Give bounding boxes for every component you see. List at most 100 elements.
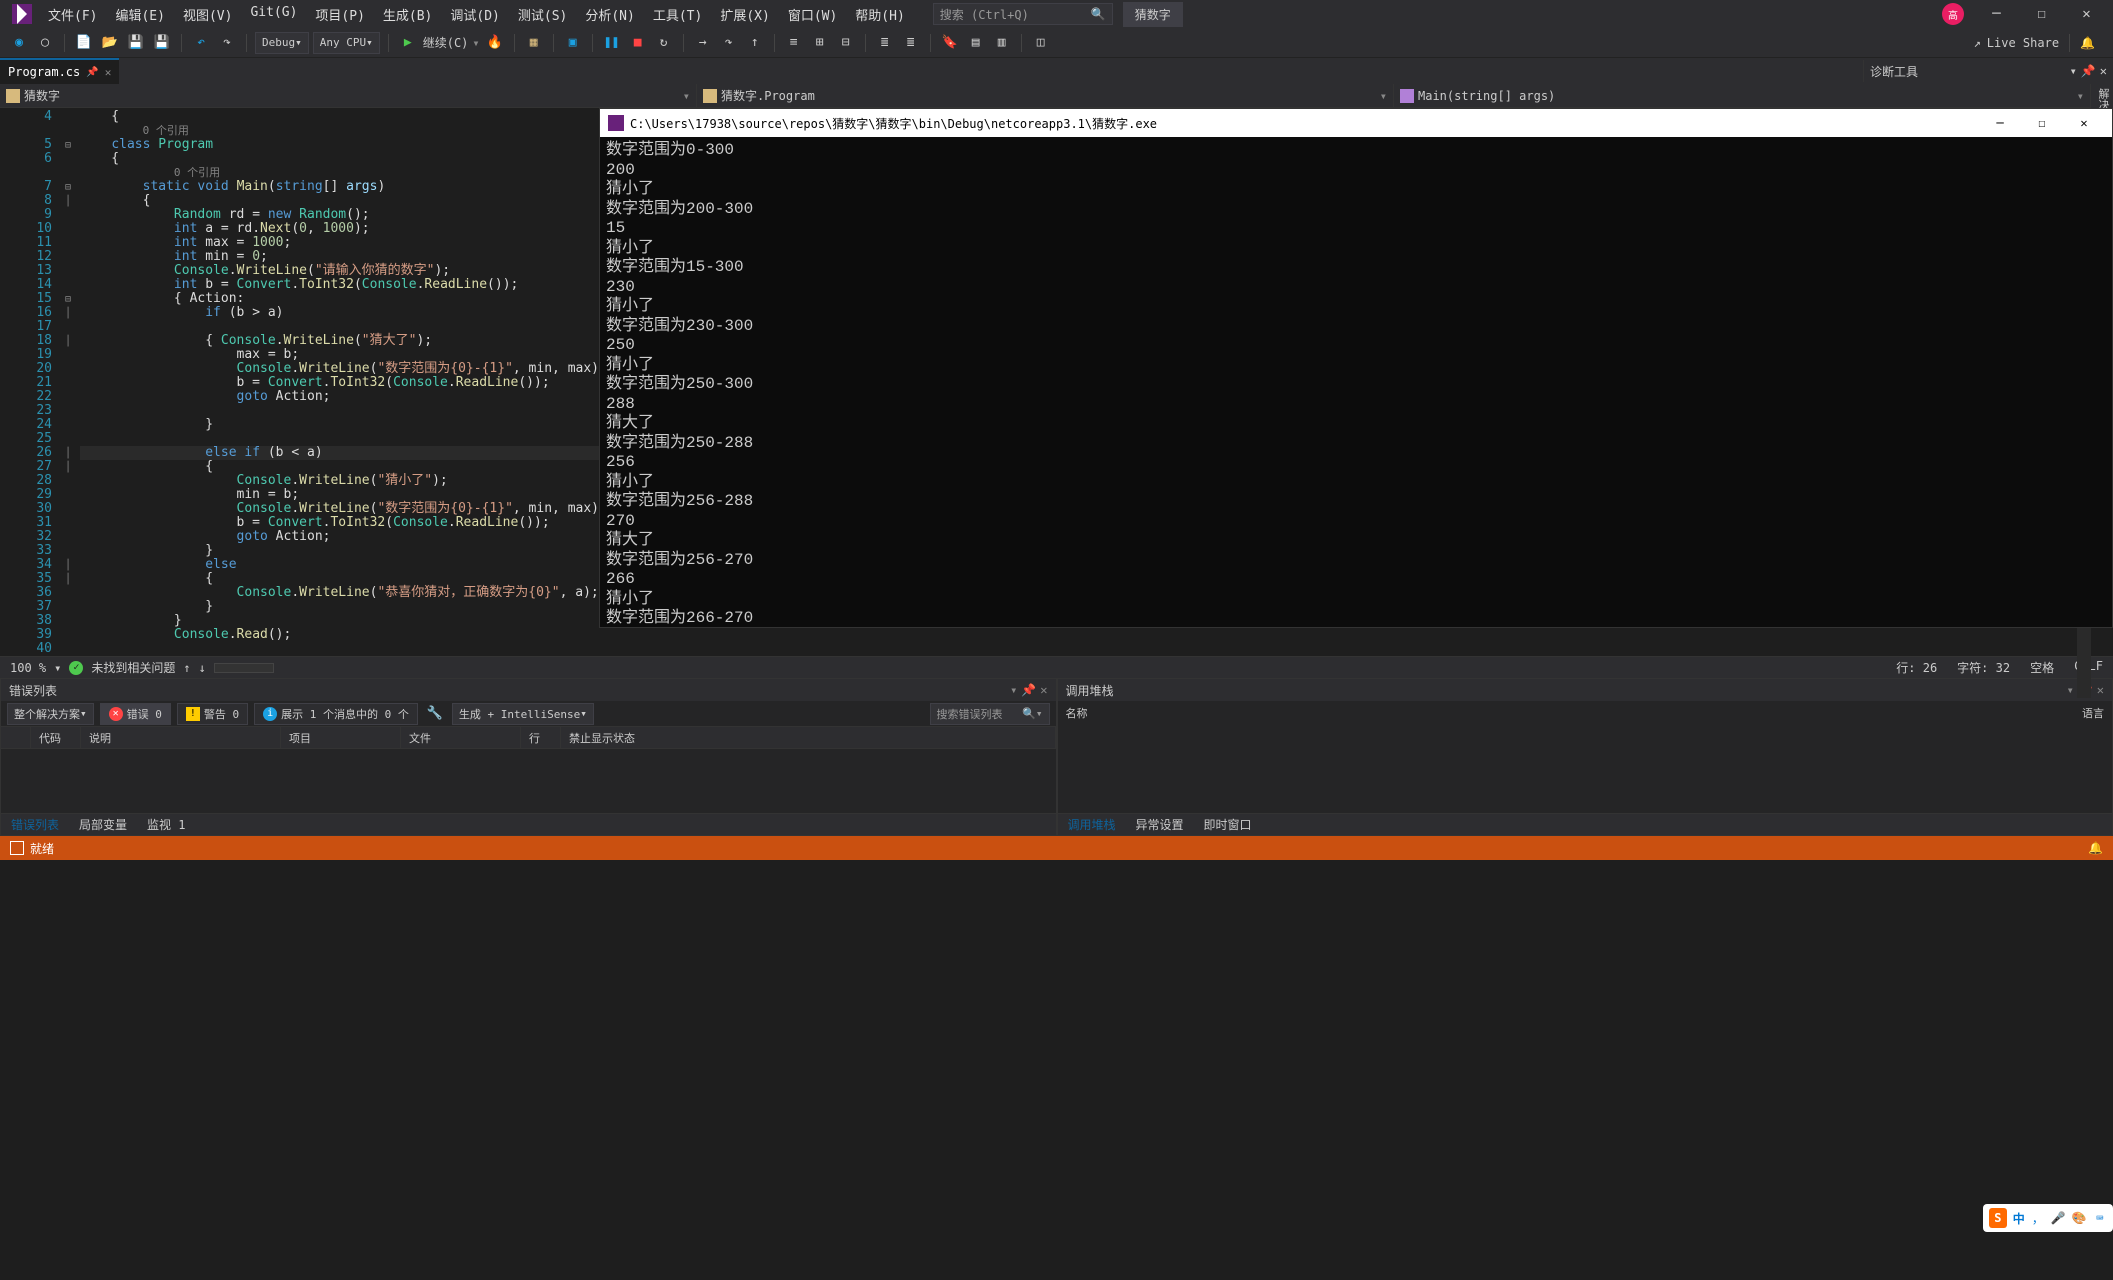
menu-test[interactable]: 测试(S) — [510, 1, 575, 28]
col-suppress[interactable]: 禁止显示状态 — [561, 727, 1056, 748]
tool-icon-7[interactable]: ▤ — [965, 32, 987, 54]
error-scope-dropdown[interactable]: 整个解决方案 ▾ — [7, 703, 94, 725]
menu-project[interactable]: 项目(P) — [307, 1, 372, 28]
browser-icon[interactable]: ▦ — [523, 32, 545, 54]
menu-file[interactable]: 文件(F) — [40, 1, 105, 28]
tool-icon-2[interactable]: ⊞ — [809, 32, 831, 54]
col-desc[interactable]: 说明 — [81, 727, 281, 748]
doc-tab-program[interactable]: Program.cs 📌 ✕ — [0, 58, 119, 84]
col-line[interactable]: 行 — [521, 727, 561, 748]
tool-icon-9[interactable]: ◫ — [1030, 32, 1052, 54]
tab-error-list[interactable]: 错误列表 — [1, 814, 69, 836]
platform-dropdown[interactable]: Any CPU ▾ — [313, 32, 380, 54]
tab-exceptions[interactable]: 异常设置 — [1126, 814, 1194, 836]
user-avatar[interactable]: 高 — [1942, 3, 1964, 25]
panel-close-icon[interactable]: ✕ — [2097, 683, 2104, 697]
menu-debug[interactable]: 调试(D) — [442, 1, 507, 28]
nav-back-icon[interactable]: ◉ — [8, 32, 30, 54]
nav-class-combo[interactable]: 猜数字.Program ▾ — [697, 84, 1394, 107]
notifications-icon[interactable]: 🔔 — [2088, 841, 2103, 855]
panel-pin-icon[interactable]: 📌 — [1021, 683, 1036, 697]
error-source-dropdown[interactable]: 生成 + IntelliSense ▾ — [452, 703, 594, 725]
col-lang[interactable]: 语言 — [2044, 701, 2104, 723]
pause-icon[interactable]: ❚❚ — [601, 32, 623, 54]
continue-button[interactable]: ▶ — [397, 32, 419, 54]
next-issue-icon[interactable]: ↓ — [199, 661, 206, 675]
undo-icon[interactable]: ↶ — [190, 32, 212, 54]
tool-icon-8[interactable]: ▥ — [991, 32, 1013, 54]
tool-icon-6[interactable]: 🔖 — [939, 32, 961, 54]
ime-lang-label[interactable]: 中 — [2013, 1210, 2025, 1227]
pin-icon[interactable]: 📌 — [86, 67, 98, 78]
panel-drop-icon[interactable]: ▾ — [2067, 683, 2074, 697]
tab-watch[interactable]: 监视 1 — [137, 814, 195, 836]
tab-callstack[interactable]: 调用堆栈 — [1058, 814, 1126, 836]
tab-immediate[interactable]: 即时窗口 — [1194, 814, 1262, 836]
continue-label[interactable]: 继续(C) — [423, 34, 469, 51]
open-icon[interactable]: 📂 — [99, 32, 121, 54]
step-over-icon[interactable]: ↷ — [718, 32, 740, 54]
panel-dropdown-icon[interactable]: ▾ — [2070, 64, 2077, 78]
panel-close-icon[interactable]: ✕ — [2100, 64, 2107, 78]
menu-edit[interactable]: 编辑(E) — [107, 1, 172, 28]
callstack-header[interactable]: 调用堆栈 ▾📌✕ — [1058, 679, 2113, 701]
prev-issue-icon[interactable]: ↑ — [183, 661, 190, 675]
tool-icon-3[interactable]: ⊟ — [835, 32, 857, 54]
panel-pin-icon[interactable]: 📌 — [2081, 64, 2096, 78]
col-icon[interactable] — [1, 727, 31, 748]
fold-column[interactable]: ⊟⊟│⊟││││││ — [60, 108, 76, 656]
tool-icon-5[interactable]: ≣ — [900, 32, 922, 54]
zoom-level[interactable]: 100 % — [10, 661, 46, 675]
tool-icon-4[interactable]: ≣ — [874, 32, 896, 54]
menu-analyze[interactable]: 分析(N) — [577, 1, 642, 28]
save-icon[interactable]: 💾 — [125, 32, 147, 54]
errors-filter[interactable]: ✕错误 0 — [100, 703, 171, 725]
ime-keyboard-icon[interactable]: ⌨ — [2093, 1210, 2107, 1226]
menu-git[interactable]: Git(G) — [242, 1, 305, 28]
stop-icon[interactable]: ■ — [627, 32, 649, 54]
config-dropdown[interactable]: Debug ▾ — [255, 32, 309, 54]
menu-view[interactable]: 视图(V) — [175, 1, 240, 28]
col-project[interactable]: 项目 — [281, 727, 401, 748]
panel-drop-icon[interactable]: ▾ — [1010, 683, 1017, 697]
console-minimize-button[interactable]: ─ — [1980, 109, 2020, 137]
col-name[interactable]: 名称 — [1066, 701, 2045, 723]
console-close-button[interactable]: ✕ — [2064, 109, 2104, 137]
snapshot-icon[interactable]: ▣ — [562, 32, 584, 54]
indent-mode[interactable]: 空格 — [2030, 659, 2054, 676]
console-output[interactable]: 数字范围为0-300 200 猜小了 数字范围为200-300 15 猜小了 数… — [600, 137, 2112, 627]
minimize-button[interactable]: ─ — [1974, 0, 2019, 28]
tab-close-icon[interactable]: ✕ — [105, 66, 112, 79]
menu-extensions[interactable]: 扩展(X) — [712, 1, 777, 28]
col-file[interactable]: 文件 — [401, 727, 521, 748]
nav-fwd-icon[interactable]: ◯ — [34, 32, 56, 54]
filter-icon[interactable]: 🔧 — [424, 703, 446, 725]
new-project-icon[interactable]: 📄 — [73, 32, 95, 54]
quick-search-input[interactable]: 搜索 (Ctrl+Q) 🔍 — [933, 3, 1113, 25]
messages-filter[interactable]: i展示 1 个消息中的 0 个 — [254, 703, 418, 725]
ime-voice-icon[interactable]: 🎤 — [2051, 1210, 2066, 1226]
maximize-button[interactable]: ☐ — [2019, 0, 2064, 28]
feedback-icon[interactable]: 🔔 — [2080, 36, 2095, 50]
error-list-header[interactable]: 错误列表 ▾📌✕ — [1, 679, 1056, 701]
panel-close-icon[interactable]: ✕ — [1040, 683, 1047, 697]
menu-tools[interactable]: 工具(T) — [645, 1, 710, 28]
nav-method-combo[interactable]: Main(string[] args) ▾ — [1394, 84, 2091, 107]
no-issues-label[interactable]: 未找到相关问题 — [91, 659, 175, 676]
ime-toolbar[interactable]: S 中 ， 🎤 🎨 ⌨ — [1983, 1204, 2113, 1232]
close-button[interactable]: ✕ — [2064, 0, 2109, 28]
step-into-icon[interactable]: → — [692, 32, 714, 54]
restart-icon[interactable]: ↻ — [653, 32, 675, 54]
nav-project-combo[interactable]: 猜数字 ▾ — [0, 84, 697, 107]
warnings-filter[interactable]: !警告 0 — [177, 703, 248, 725]
tab-locals[interactable]: 局部变量 — [69, 814, 137, 836]
step-out-icon[interactable]: ↑ — [744, 32, 766, 54]
issue-scrollbar[interactable] — [214, 663, 274, 673]
ime-punct-icon[interactable]: ， — [2031, 1210, 2045, 1226]
console-maximize-button[interactable]: ☐ — [2022, 109, 2062, 137]
menu-build[interactable]: 生成(B) — [375, 1, 440, 28]
diagnostics-panel-header[interactable]: 诊断工具 ▾ 📌 ✕ — [1863, 60, 2113, 82]
ime-skin-icon[interactable]: 🎨 — [2072, 1210, 2087, 1226]
hot-reload-icon[interactable]: 🔥 — [484, 32, 506, 54]
save-all-icon[interactable]: 💾 — [151, 32, 173, 54]
